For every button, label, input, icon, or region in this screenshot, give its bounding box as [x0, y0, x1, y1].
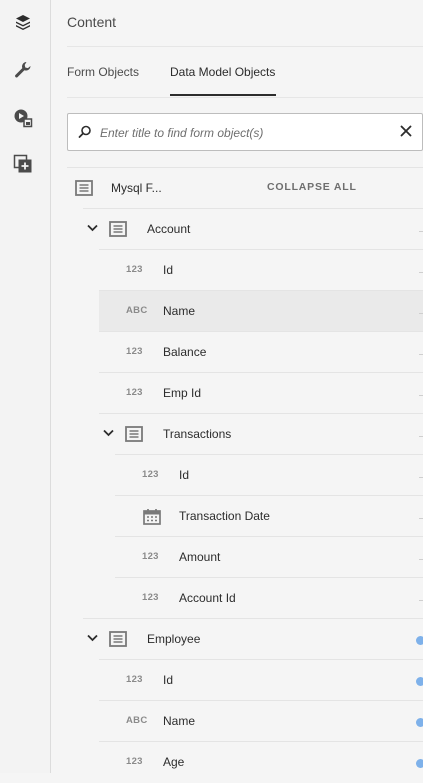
tree-field-row[interactable]: 123 Account Id	[115, 577, 423, 619]
number-type-icon: 123	[126, 756, 143, 767]
text-type-icon: ABC	[126, 305, 148, 316]
tree-item-label: Balance	[163, 345, 207, 359]
tree-group-transactions[interactable]: Transactions	[99, 413, 423, 455]
tree-item-label: Transactions	[163, 427, 232, 441]
number-type-icon: 123	[126, 264, 143, 275]
tree-field-row[interactable]: 123 Emp Id	[99, 372, 423, 414]
data-source-label: Mysql F...	[111, 181, 162, 195]
tree-field-row[interactable]: 123 Id	[99, 249, 423, 291]
left-rail	[0, 0, 51, 773]
collapse-all-button[interactable]: COLLAPSE ALL	[267, 181, 357, 193]
row-marker	[419, 395, 423, 396]
tree-field-row[interactable]: ABC Name	[99, 700, 423, 742]
tree-item-label: Account Id	[179, 591, 236, 605]
chevron-down-icon[interactable]	[87, 224, 98, 232]
tree-item-label: Amount	[179, 550, 221, 564]
tree-item-label: Transaction Date	[179, 509, 270, 523]
number-type-icon: 123	[126, 674, 143, 685]
object-icon	[109, 631, 127, 647]
tree-group-employee[interactable]: Employee	[83, 618, 423, 660]
row-marker	[419, 313, 423, 314]
row-marker	[419, 354, 423, 355]
number-type-icon: 123	[126, 387, 143, 398]
search-input[interactable]	[98, 121, 382, 145]
chevron-down-icon[interactable]	[87, 634, 98, 642]
search-box	[67, 113, 423, 151]
tree-item-label: Name	[163, 304, 196, 318]
tree-item-label: Emp Id	[163, 386, 202, 400]
tree-item-label: Id	[163, 673, 174, 687]
add-fragment-icon[interactable]	[12, 153, 34, 175]
tab-bar: Form Objects Data Model Objects	[67, 46, 423, 98]
panel-title: Content	[67, 14, 117, 30]
tab-form-objects[interactable]: Form Objects	[67, 65, 139, 79]
row-marker	[419, 477, 423, 478]
tree-field-row[interactable]: Transaction Date	[115, 495, 423, 537]
content-panel: Content Form Objects Data Model Objects …	[51, 0, 423, 773]
search-icon	[78, 125, 91, 138]
tree-item-label: Account	[147, 222, 191, 236]
status-dot	[416, 759, 423, 768]
tree-field-row[interactable]: 123 Id	[115, 454, 423, 496]
tree-field-row[interactable]: 123 Age	[99, 741, 423, 783]
tree-item-label: Employee	[147, 632, 201, 646]
wrench-icon[interactable]	[12, 59, 34, 81]
number-type-icon: 123	[142, 469, 159, 480]
number-type-icon: 123	[142, 592, 159, 603]
row-marker	[419, 272, 423, 273]
tree-item-label: Name	[163, 714, 196, 728]
row-marker	[419, 559, 423, 560]
number-type-icon: 123	[126, 346, 143, 357]
status-dot	[416, 677, 423, 686]
object-icon	[109, 221, 127, 237]
tree-item-label: Age	[163, 755, 185, 769]
tree-field-row[interactable]: 123 Id	[99, 659, 423, 701]
tree-item-label: Id	[179, 468, 190, 482]
calendar-icon	[143, 509, 161, 525]
text-type-icon: ABC	[126, 715, 148, 726]
tree-field-row[interactable]: 123 Amount	[115, 536, 423, 578]
object-icon	[125, 426, 143, 442]
media-icon[interactable]	[12, 107, 34, 129]
number-type-icon: 123	[142, 551, 159, 562]
tree-field-row[interactable]: 123 Balance	[99, 331, 423, 373]
status-dot	[416, 718, 423, 727]
tab-data-model-objects[interactable]: Data Model Objects	[170, 65, 275, 79]
tree-item-label: Id	[163, 263, 174, 277]
row-marker	[419, 436, 423, 437]
row-marker	[419, 518, 423, 519]
tree-field-row-selected[interactable]: ABC Name	[99, 290, 423, 332]
tree-root-row[interactable]: Mysql F... COLLAPSE ALL	[67, 167, 423, 209]
active-tab-indicator	[170, 94, 276, 96]
clear-search-icon[interactable]	[400, 125, 412, 137]
chevron-down-icon[interactable]	[103, 429, 114, 437]
row-marker	[419, 231, 423, 232]
row-marker	[419, 600, 423, 601]
tree-group-account[interactable]: Account	[83, 208, 423, 250]
layers-icon[interactable]	[12, 11, 34, 33]
data-source-icon	[75, 180, 93, 196]
status-dot	[416, 636, 423, 645]
